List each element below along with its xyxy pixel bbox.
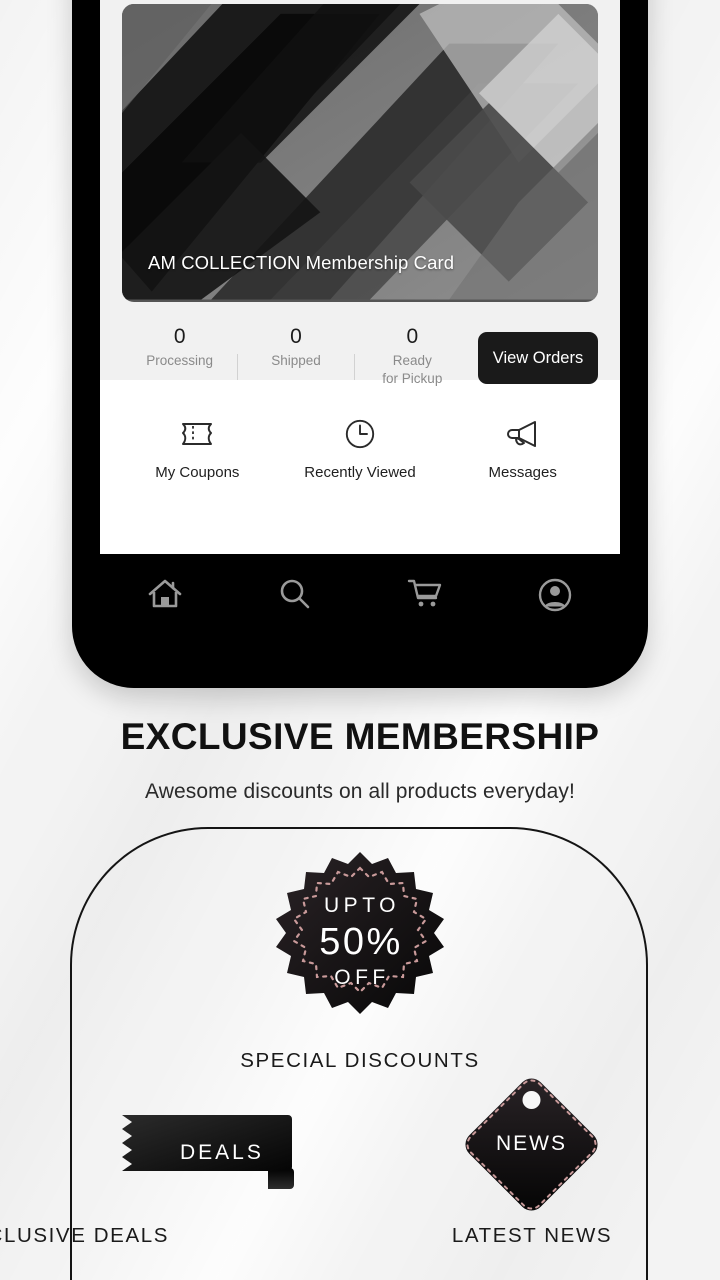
nav-item-account[interactable] [490, 576, 620, 619]
quick-actions-row: My Coupons Recently Viewed Messages [100, 380, 620, 514]
quick-action-label: Messages [488, 463, 557, 481]
home-icon [146, 576, 184, 617]
account-summary-panel: AM COLLECTION Membership Card 0 Processi… [100, 0, 620, 386]
special-discounts-badge[interactable]: UPTO 50% OFF [268, 850, 452, 1034]
tag-label: NEWS [496, 1132, 567, 1155]
stat-ready-count: 0 [406, 325, 419, 348]
stat-ready-label: Ready for Pickup [382, 353, 443, 386]
membership-card-label: AM COLLECTION Membership Card [148, 252, 455, 273]
stat-processing[interactable]: 0 Processing [122, 324, 237, 370]
stat-shipped-label: Shipped [271, 353, 321, 368]
page-subtitle: Awesome discounts on all products everyd… [145, 780, 575, 803]
stat-processing-count: 0 [173, 325, 186, 348]
stat-shipped[interactable]: 0 Shipped [238, 324, 353, 370]
account-icon [536, 576, 574, 619]
search-icon [277, 576, 313, 617]
caption-special-discounts: SPECIAL DISCOUNTS [240, 1049, 480, 1072]
stat-shipped-count: 0 [290, 325, 302, 348]
latest-news-badge[interactable]: NEWS [459, 1072, 604, 1217]
ribbon-label: DEALS [180, 1141, 264, 1164]
membership-card[interactable]: AM COLLECTION Membership Card [122, 4, 598, 302]
stat-ready-for-pickup[interactable]: 0 Ready for Pickup [355, 324, 470, 388]
cart-icon [406, 576, 444, 617]
starburst-seal-icon [276, 852, 444, 1014]
caption-latest-news: LATEST NEWS [451, 1224, 613, 1247]
clock-icon [279, 414, 442, 454]
nav-item-cart[interactable] [360, 576, 490, 617]
exclusive-deals-badge[interactable]: DEALS [118, 1113, 303, 1203]
bottom-navigation-bar [100, 554, 620, 640]
phone-screen: AM COLLECTION Membership Card 0 Processi… [100, 0, 620, 554]
phone-mockup: AM COLLECTION Membership Card 0 Processi… [72, 0, 648, 688]
view-orders-button[interactable]: View Orders [477, 332, 598, 384]
page-title: EXCLUSIVE MEMBERSHIP [120, 716, 600, 757]
quick-action-my-coupons[interactable]: My Coupons [116, 414, 279, 481]
quick-action-label: Recently Viewed [304, 463, 416, 481]
quick-action-recently-viewed[interactable]: Recently Viewed [279, 414, 442, 481]
nav-item-home[interactable] [100, 576, 230, 617]
quick-action-label: My Coupons [155, 463, 240, 481]
ticket-icon [116, 414, 279, 454]
megaphone-icon [441, 414, 604, 454]
quick-action-messages[interactable]: Messages [441, 414, 604, 481]
nav-item-search[interactable] [230, 576, 360, 617]
stat-processing-label: Processing [146, 353, 214, 368]
